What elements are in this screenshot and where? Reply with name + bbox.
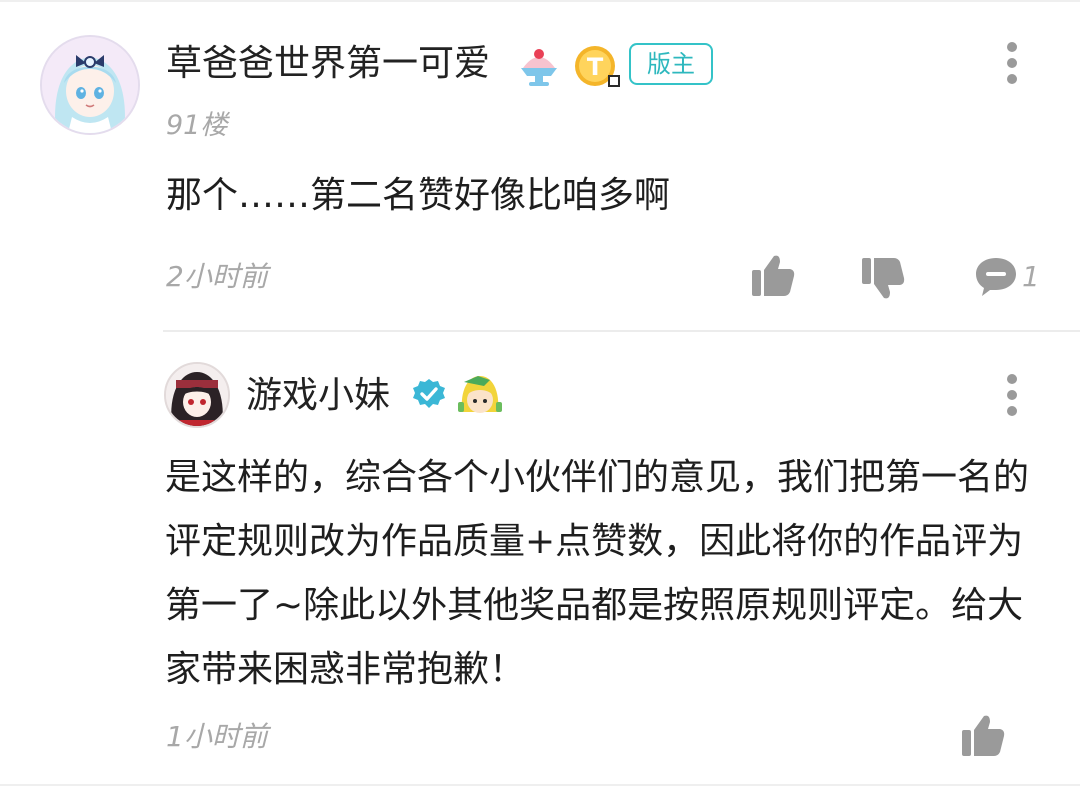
more-dot [1007,74,1017,84]
coin-t-icon: T [575,46,620,87]
more-options-button[interactable] [1006,374,1018,416]
thumbs-down-icon[interactable] [860,256,906,302]
shaved-ice-emoji-icon [521,49,557,86]
timestamp: 1小时前 [166,720,268,753]
more-options-button[interactable] [1006,42,1018,84]
divider [163,330,1080,332]
username-text[interactable]: 草爸爸世界第一可爱 [166,43,490,84]
reply-count[interactable]: 1 [1022,260,1040,294]
thumbs-up-icon[interactable] [960,712,1006,758]
comment-icon[interactable] [974,256,1018,298]
username[interactable]: 草爸爸世界第一可爱 [166,40,490,88]
thumbs-up-icon[interactable] [750,252,796,298]
avatar[interactable] [40,35,140,135]
more-dot [1007,406,1017,416]
top-divider [0,0,1080,2]
username[interactable]: 游戏小妹 [246,372,390,420]
verified-icon [413,379,445,408]
username-text[interactable]: 游戏小妹 [246,375,390,416]
more-vertical-icon [1007,374,1017,384]
more-vertical-icon [1007,42,1017,52]
moderator-badge: 版主 [629,43,713,85]
timestamp: 2小时前 [166,260,268,293]
avatar-anime-girl [42,37,138,133]
avatar[interactable] [164,362,230,428]
floor-number: 91楼 [166,110,228,141]
more-dot [1007,390,1017,400]
svg-text:T: T [587,53,604,81]
more-dot [1007,58,1017,68]
reply-content: 是这样的，综合各个小伙伴们的意见，我们把第一名的评定规则改为作品质量+点赞数，因… [165,457,1030,690]
avatar-anime-girl-dark [166,364,228,426]
comment-content: 那个……第二名赞好像比咱多啊 [166,175,671,216]
character-badge-icon [458,376,502,413]
